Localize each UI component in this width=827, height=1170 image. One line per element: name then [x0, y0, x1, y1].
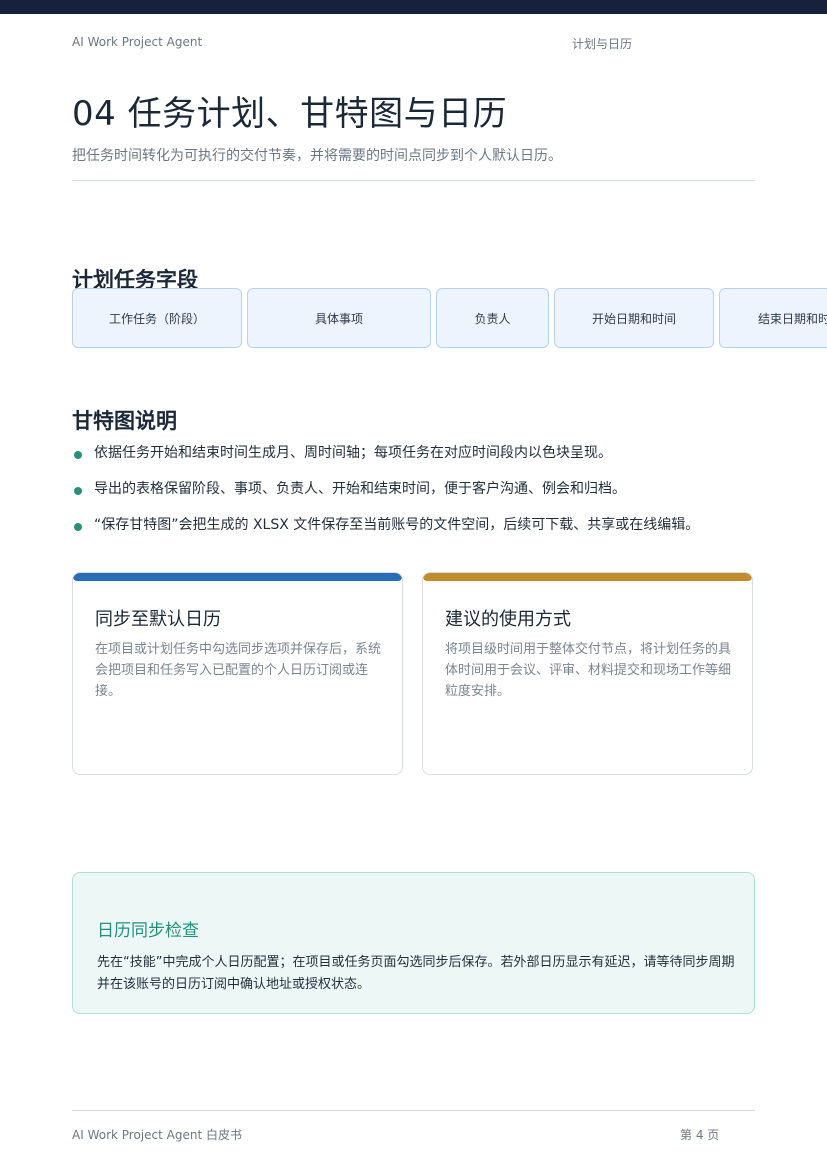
footer-doc-title: AI Work Project Agent 白皮书 — [72, 1128, 242, 1142]
field-chip-owner: 负责人 — [436, 288, 549, 348]
field-chip-stage: 工作任务（阶段） — [72, 288, 242, 348]
page-title: 04 任务计划、甘特图与日历 — [72, 94, 508, 134]
gantt-bullet-list: 依据任务开始和结束时间生成月、周时间轴；每项任务在对应时间段内以色块呈现。 导出… — [72, 444, 772, 552]
list-item: 依据任务开始和结束时间生成月、周时间轴；每项任务在对应时间段内以色块呈现。 — [72, 444, 772, 480]
callout-title: 日历同步检查 — [97, 921, 199, 941]
header-divider — [72, 180, 755, 181]
list-item: 导出的表格保留阶段、事项、负责人、开始和结束时间，便于客户沟通、例会和归档。 — [72, 480, 772, 516]
card-calendar-sync: 同步至默认日历 在项目或计划任务中勾选同步选项并保存后，系统会把项目和任务写入已… — [72, 572, 403, 775]
calendar-sync-callout: 日历同步检查 先在“技能”中完成个人日历配置；在项目或任务页面勾选同步后保存。若… — [72, 872, 755, 1014]
card-usage-tips: 建议的使用方式 将项目级时间用于整体交付节点，将计划任务的具体时间用于会议、评审… — [422, 572, 753, 775]
callout-body: 先在“技能”中完成个人日历配置；在项目或任务页面勾选同步后保存。若外部日历显示有… — [97, 955, 735, 992]
card-body: 在项目或计划任务中勾选同步选项并保存后，系统会把项目和任务写入已配置的个人日历订… — [95, 642, 382, 699]
gantt-heading: 甘特图说明 — [72, 409, 177, 433]
card-body: 将项目级时间用于整体交付节点，将计划任务的具体时间用于会议、评审、材料提交和现场… — [445, 642, 732, 699]
card-title: 同步至默认日历 — [95, 609, 221, 630]
bullet-text: 依据任务开始和结束时间生成月、周时间轴；每项任务在对应时间段内以色块呈现。 — [94, 445, 612, 461]
bullet-text: 导出的表格保留阶段、事项、负责人、开始和结束时间，便于客户沟通、例会和归档。 — [94, 481, 626, 497]
bullet-dot-icon — [74, 487, 82, 495]
card-title: 建议的使用方式 — [445, 609, 571, 630]
footer-divider — [72, 1110, 755, 1111]
running-header-left: AI Work Project Agent — [72, 35, 203, 49]
bullet-text: “保存甘特图”会把生成的 XLSX 文件保存至当前账号的文件空间，后续可下载、共… — [94, 517, 700, 533]
list-item: “保存甘特图”会把生成的 XLSX 文件保存至当前账号的文件空间，后续可下载、共… — [72, 516, 772, 552]
field-chip-item: 具体事项 — [247, 288, 431, 348]
card-accent-bar — [73, 573, 402, 581]
field-chip-start: 开始日期和时间 — [554, 288, 714, 348]
bullet-dot-icon — [74, 451, 82, 459]
page-number: 第 4 页 — [680, 1128, 720, 1142]
bullet-dot-icon — [74, 523, 82, 531]
top-band — [0, 0, 827, 14]
page-subtitle: 把任务时间转化为可执行的交付节奏，并将需要的时间点同步到个人默认日历。 — [72, 148, 562, 164]
card-accent-bar — [423, 573, 752, 581]
field-chip-end: 结束日期和时间 — [719, 288, 827, 348]
running-header-right: 计划与日历 — [572, 37, 633, 51]
